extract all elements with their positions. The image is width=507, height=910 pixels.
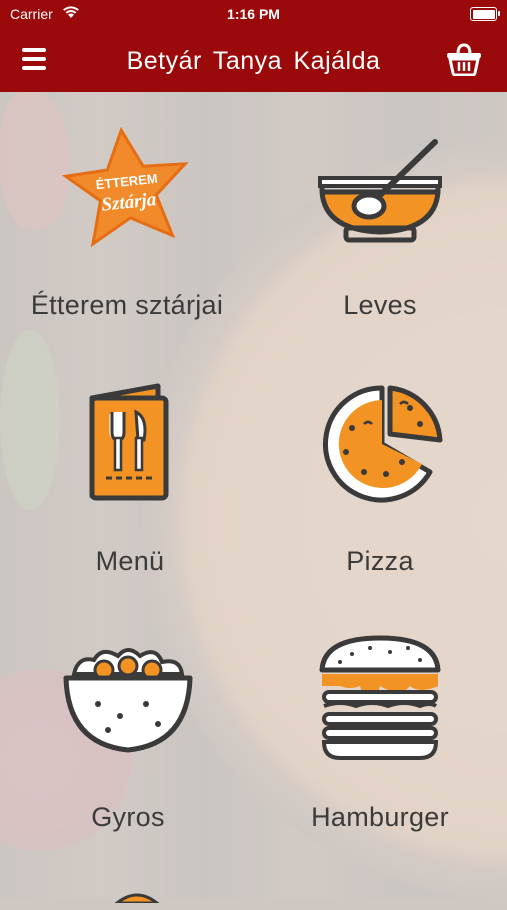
category-label: Pizza [346,546,414,576]
category-label: Étterem sztárjai [30,290,224,320]
soup-bowl-icon [280,120,480,250]
pizza-icon [280,378,480,508]
battery-icon [470,7,500,21]
category-label: Menü [95,546,165,576]
status-bar: Carrier 1:16 PM [0,0,507,28]
nav-bar: Betyár Tanya Kajálda [0,28,507,92]
burger-icon [280,634,480,764]
category-label: Leves [343,290,417,320]
gyros-bowl-icon [28,634,228,764]
category-label: Hamburger [311,802,449,832]
status-time: 1:16 PM [227,6,280,22]
basket-icon[interactable] [445,42,483,76]
next-category-icon-peek [112,890,162,910]
menu-card-icon [30,378,230,508]
page-title: Betyár Tanya Kajálda [126,47,381,75]
star-badge-icon: ÉTTEREM Sztárja [27,120,227,250]
category-label: Gyros [91,802,165,832]
